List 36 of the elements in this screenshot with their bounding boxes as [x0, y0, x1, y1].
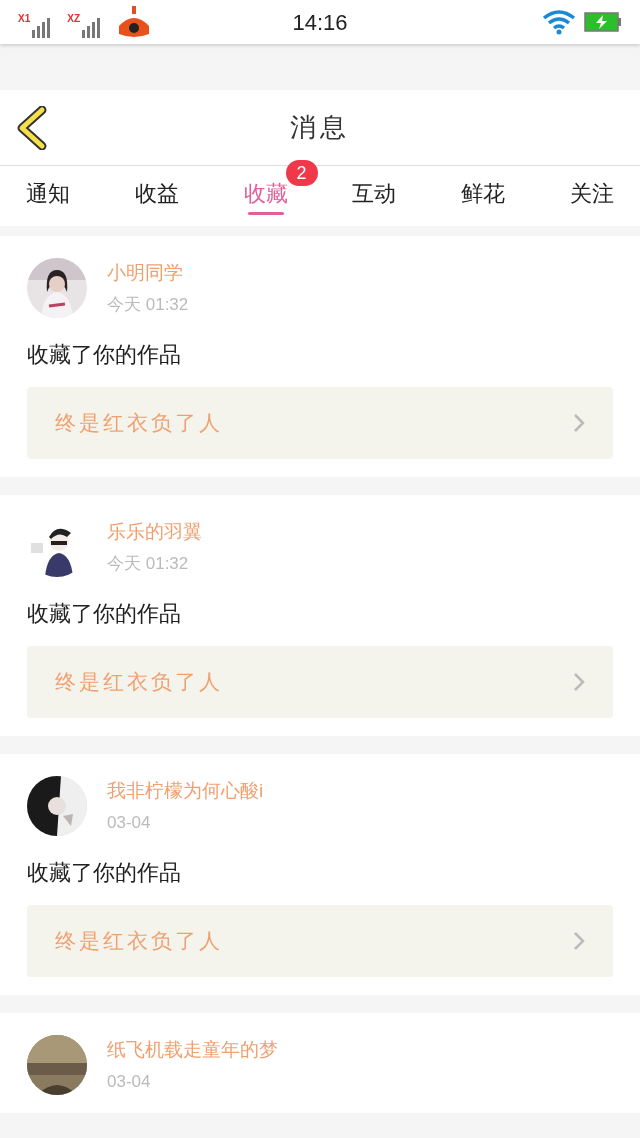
- message-card[interactable]: 我非柠檬为何心酸i 03-04 收藏了你的作品 终是红衣负了人: [0, 754, 640, 995]
- message-time: 03-04: [107, 811, 152, 834]
- message-time: 今天 01:32: [107, 552, 190, 575]
- tab[interactable]: 关注: [570, 166, 614, 226]
- sim-label: X1: [18, 14, 31, 24]
- user-name[interactable]: 纸飞机载走童年的梦: [107, 1036, 278, 1065]
- message-card[interactable]: 纸飞机载走童年的梦 03-04: [0, 1013, 640, 1113]
- message-card[interactable]: 乐乐的羽翼 今天 01:32 收藏了你的作品 终是红衣负了人: [0, 495, 640, 736]
- chevron-icon: [573, 931, 585, 951]
- count-badge: 2: [285, 160, 318, 186]
- tab[interactable]: 鲜花: [461, 166, 506, 226]
- clock: 14:16: [292, 8, 348, 37]
- page-title: 消息: [290, 111, 350, 144]
- sim-label: XZ: [67, 14, 80, 24]
- work-link[interactable]: 终是红衣负了人: [27, 387, 613, 459]
- user-name[interactable]: 小明同学: [107, 259, 189, 288]
- message-time: 03-04: [107, 1070, 152, 1093]
- tab[interactable]: 收益: [134, 166, 179, 226]
- message-text: 收藏了你的作品: [27, 600, 182, 628]
- tab[interactable]: 互动: [352, 166, 397, 226]
- chevron-icon: [573, 413, 585, 433]
- work-link[interactable]: 终是红衣负了人: [27, 646, 613, 718]
- work-link[interactable]: 终是红衣负了人: [27, 905, 613, 977]
- message-time: 今天 01:32: [107, 293, 189, 316]
- message-text: 收藏了你的作品: [27, 341, 182, 369]
- wifi-icon: [542, 9, 576, 35]
- tab[interactable]: 通知: [26, 166, 70, 226]
- tab[interactable]: 收藏: [243, 166, 288, 226]
- battery-icon: [584, 11, 622, 33]
- signal-icon: [81, 16, 103, 38]
- chevron-icon: [573, 672, 585, 692]
- user-name[interactable]: 乐乐的羽翼: [107, 518, 202, 547]
- app-icon: [117, 6, 151, 38]
- user-name[interactable]: 我非柠檬为何心酸i: [107, 777, 264, 806]
- message-text: 收藏了你的作品: [27, 859, 182, 887]
- message-card[interactable]: 小明同学 今天 01:32 收藏了你的作品 终是红衣负了人: [0, 236, 640, 477]
